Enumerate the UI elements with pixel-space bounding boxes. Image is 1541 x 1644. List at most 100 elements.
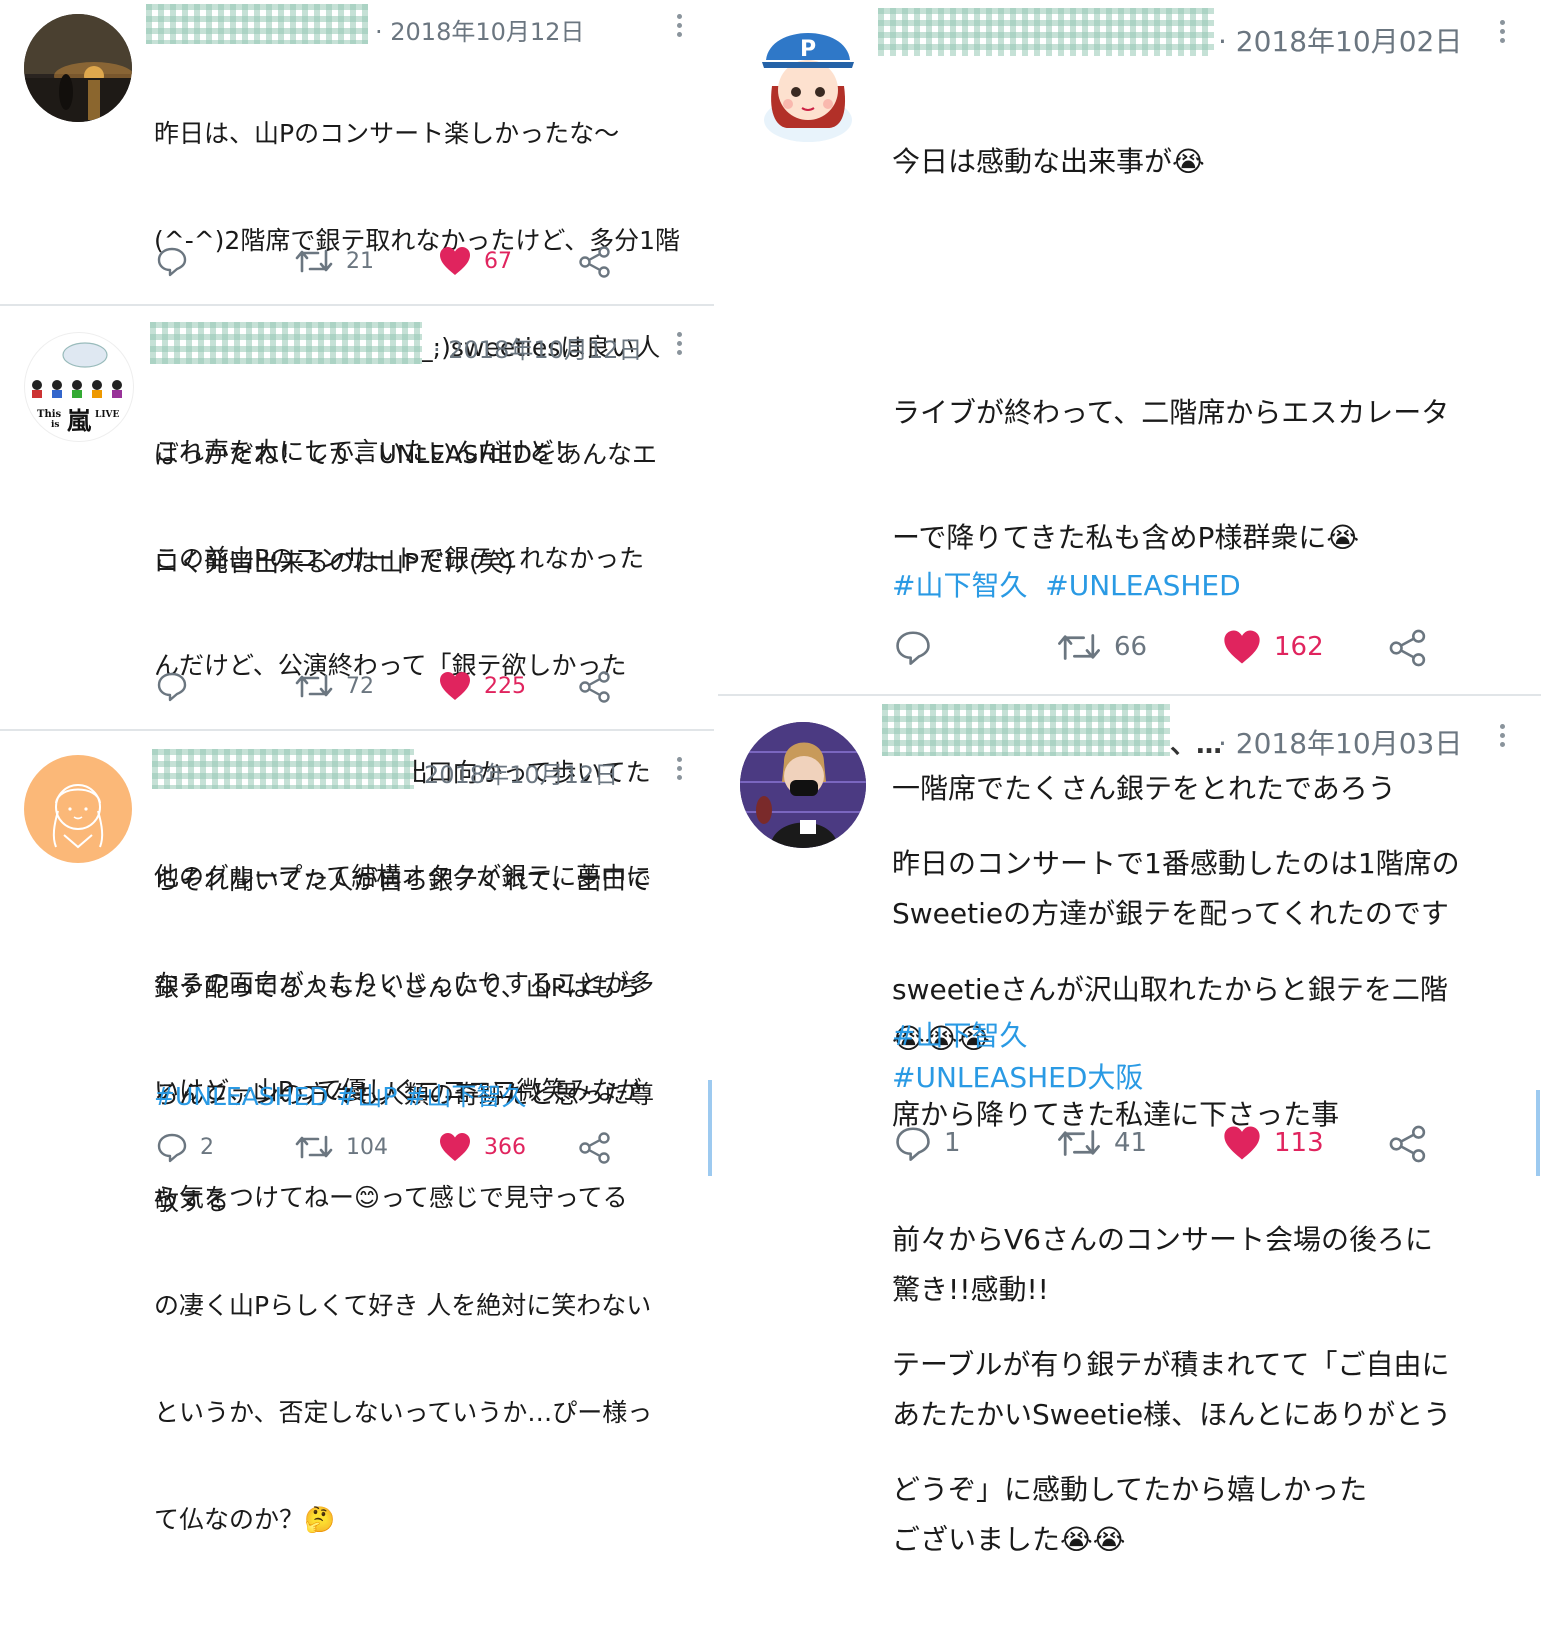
reply-count: 1 (944, 1128, 961, 1158)
retweet-icon (295, 249, 333, 273)
cap-girl-avatar-image: P (762, 33, 854, 142)
reply-icon (157, 1133, 187, 1163)
avatar[interactable] (24, 755, 132, 863)
retweet-count: 41 (1114, 1128, 1148, 1158)
heart-icon (440, 672, 470, 700)
like-button[interactable]: 225 (438, 670, 526, 702)
cap-logo-text: P (800, 37, 816, 62)
retweet-button[interactable]: 72 (294, 670, 374, 702)
text-line: 昨日は、山Pのコンサート楽しかったな〜 (154, 118, 620, 148)
reply-button[interactable]: 2 (156, 1131, 214, 1163)
share-button[interactable] (578, 1131, 612, 1165)
text-line: というか、否定しないっていうか…ぴー様っ (154, 1397, 653, 1427)
action-bar: 66 162 (894, 628, 1454, 668)
tweet-1[interactable]: · 2018年10月12日 昨日は、山Pのコンサート楽しかったな〜 (^-^)2… (0, 0, 714, 577)
reply-icon (896, 1127, 930, 1161)
share-button[interactable] (578, 670, 612, 704)
tweet-date: · 2018年10月12日 (433, 336, 643, 364)
share-icon (1389, 629, 1426, 667)
share-button[interactable] (1388, 1124, 1428, 1164)
share-icon (579, 1132, 610, 1164)
avatar[interactable]: This 嵐 LIVE is (24, 332, 134, 442)
hashtag[interactable]: #山下智久 (892, 1014, 1027, 1054)
avatar-text: This (37, 409, 62, 420)
reply-button[interactable] (156, 245, 200, 277)
reply-count: 2 (200, 1134, 214, 1160)
username-redacted (152, 749, 414, 789)
tweet-date: · 2018年10月03日 (1218, 727, 1463, 760)
more-options-icon[interactable] (1500, 724, 1508, 751)
retweet-icon (1058, 1130, 1100, 1156)
like-button[interactable]: 162 (1222, 628, 1324, 666)
text-line: ら気をつけてねー😊って感じで見守ってる (154, 1183, 628, 1213)
text-line: ライブが終わって、二階席からエスカレータ (892, 396, 1450, 430)
username-truncated: 、… (1170, 730, 1223, 760)
text-line: テーブルが有り銀テが積まれてて「ご自由に (892, 1348, 1450, 1382)
retweet-button[interactable]: 21 (294, 245, 374, 277)
tweet-date: · 2018年10月12日 (375, 18, 585, 46)
share-icon (579, 246, 610, 278)
more-options-icon[interactable] (677, 332, 685, 359)
heart-icon (1224, 1126, 1260, 1160)
avatar[interactable]: P (748, 16, 868, 144)
avatar[interactable] (24, 14, 132, 122)
avatar-text: LIVE (95, 410, 120, 420)
reply-icon (896, 631, 930, 665)
share-icon (1389, 1125, 1426, 1163)
text-line: て仏なのか？🤔 (154, 1505, 336, 1534)
tweet-3[interactable]: 2018年10月12日 他のグループって結構オタクが銀テに夢中に なるの面白がっ… (0, 731, 714, 1534)
action-bar: 72 225 (156, 670, 636, 710)
more-options-icon[interactable] (1500, 20, 1508, 47)
hashtags[interactable]: #UNLEASHED #山P #山下智久 (154, 1077, 526, 1113)
avatar-text: is (51, 420, 60, 430)
retweet-count: 21 (346, 248, 374, 274)
like-button[interactable]: 366 (438, 1131, 526, 1163)
retweet-button[interactable]: 104 (294, 1131, 388, 1163)
text-line: どうぞ」に感動してたから嬉しかった (892, 1473, 1368, 1507)
retweet-button[interactable]: 41 (1056, 1124, 1147, 1162)
more-options-icon[interactable] (677, 14, 685, 41)
arashi-live-avatar-image: This 嵐 LIVE is (32, 342, 122, 435)
text-line: sweetieさんが沢山取れたからと銀テを二階 (892, 972, 1448, 1006)
text-line: この前山Pのコンサートで銀テとれなかった (154, 543, 645, 573)
avatar[interactable] (740, 722, 866, 848)
scrollbar[interactable] (1536, 1090, 1540, 1176)
action-bar: 1 41 113 (894, 1124, 1454, 1164)
username-redacted (150, 322, 422, 364)
reply-button[interactable] (894, 628, 944, 666)
retweet-count: 66 (1114, 632, 1148, 662)
hashtag[interactable]: #UNLEASHED大阪 (892, 1056, 1143, 1096)
reply-icon (157, 672, 187, 702)
text-line: の凄く山Pらしくて好き 人を絶対に笑わない (154, 1290, 652, 1320)
heart-icon (440, 247, 470, 275)
retweet-count: 104 (346, 1134, 388, 1160)
reply-button[interactable] (156, 670, 200, 702)
like-count: 113 (1274, 1128, 1324, 1158)
like-count: 225 (484, 673, 526, 699)
text-line: ーで降りてきた私も含めP様群衆に😭 (892, 521, 1360, 555)
scrollbar[interactable] (708, 1080, 712, 1176)
action-bar: 2 104 366 (156, 1131, 636, 1171)
tweet-text: 昨日のコンサートで1番感動したのは1階席の sweetieさんが沢山取れたからと… (892, 760, 1460, 1594)
share-icon (579, 671, 610, 703)
text-line (892, 267, 1451, 309)
more-options-icon[interactable] (677, 757, 685, 784)
avatar-text: 嵐 (67, 406, 92, 435)
like-button[interactable]: 113 (1222, 1124, 1324, 1162)
retweet-count: 72 (346, 673, 374, 699)
tweet-2[interactable]: This 嵐 LIVE is · 2018年10月12日 これ声を大にして言いた… (0, 306, 714, 1216)
tweet-4[interactable]: P · 2018年10月02日 今日は感動な出来事が😭 ライブが終わって、二階席… (718, 0, 1541, 1556)
share-button[interactable] (578, 245, 612, 279)
retweet-icon (295, 1135, 333, 1159)
text-line: なるの面白がったりいじったりすることが多 (154, 968, 655, 998)
girl-illustration-avatar-image (52, 784, 104, 849)
like-button[interactable]: 67 (438, 245, 512, 277)
share-button[interactable] (1388, 628, 1428, 668)
hashtags[interactable]: #山下智久 #UNLEASHED (892, 564, 1241, 604)
text-line: 昨日のコンサートで1番感動したのは1階席の (892, 847, 1460, 881)
reply-button[interactable]: 1 (894, 1124, 961, 1162)
reply-icon (157, 247, 187, 277)
retweet-button[interactable]: 66 (1056, 628, 1147, 666)
tweet-date: 2018年10月12日 (424, 761, 619, 789)
tweet-5[interactable]: 、… · 2018年10月03日 昨日のコンサートで1番感動したのは1階席の s… (718, 696, 1541, 1506)
